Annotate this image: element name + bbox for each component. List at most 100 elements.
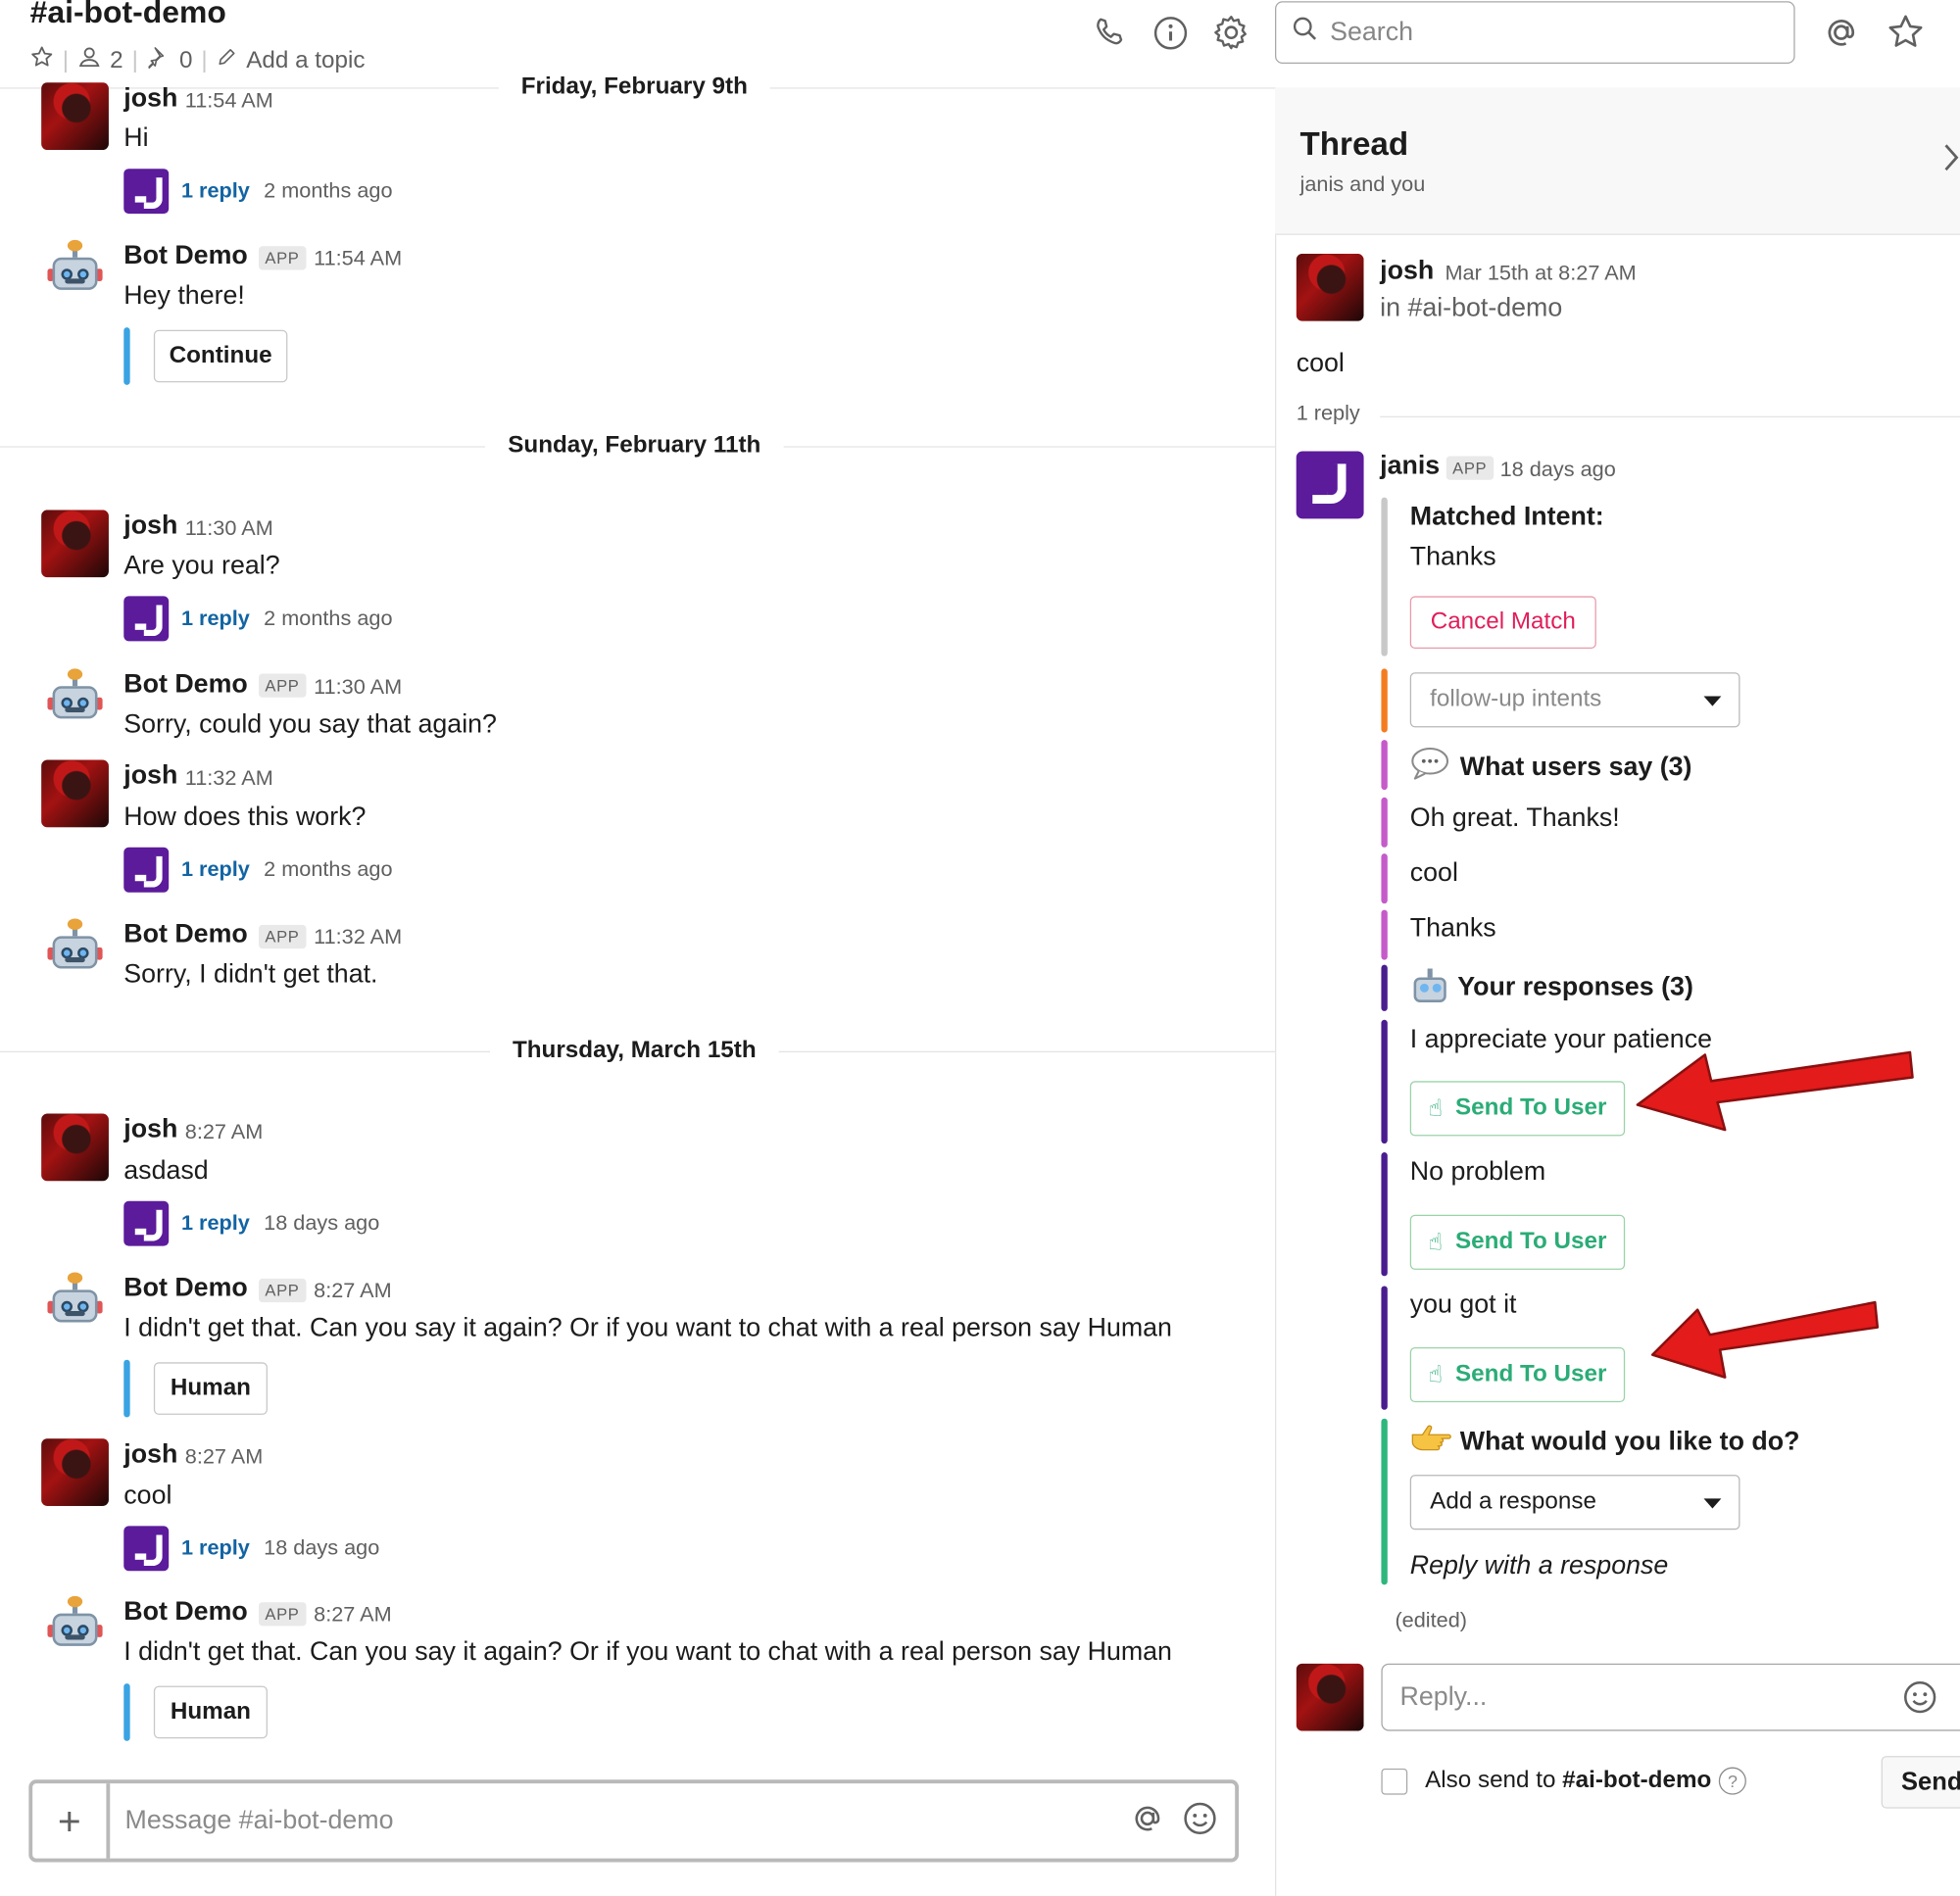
star-outline-icon[interactable]: [1886, 13, 1926, 58]
gear-icon[interactable]: [1212, 14, 1250, 58]
reply-time: 2 months ago: [264, 178, 393, 203]
author-name[interactable]: Bot Demo: [123, 920, 247, 950]
plus-icon[interactable]: +: [32, 1783, 111, 1859]
reply-placeholder: Reply...: [1399, 1681, 1488, 1712]
bot-avatar[interactable]: [41, 1593, 109, 1661]
message-input[interactable]: Message #ai-bot-demo: [110, 1806, 1130, 1836]
timestamp[interactable]: 8:27 AM: [314, 1279, 392, 1304]
pin-icon[interactable]: [147, 45, 171, 76]
attachment-bar: [1381, 1152, 1388, 1277]
thread-reply-input[interactable]: Reply...: [1381, 1663, 1960, 1731]
timestamp[interactable]: 8:27 AM: [185, 1444, 264, 1470]
timestamp[interactable]: 11:54 AM: [314, 246, 402, 271]
at-icon[interactable]: [1823, 14, 1860, 58]
reply-count-link[interactable]: 1 reply: [181, 607, 250, 632]
reply-count-link[interactable]: 1 reply: [181, 1211, 250, 1237]
timestamp[interactable]: 11:30 AM: [314, 675, 402, 701]
timestamp[interactable]: 11:32 AM: [314, 925, 402, 950]
users-say-header: What users say (3): [1410, 746, 1691, 788]
info-icon[interactable]: [1152, 15, 1189, 57]
add-topic-link[interactable]: Add a topic: [246, 47, 365, 74]
message-composer[interactable]: + Message #ai-bot-demo: [28, 1779, 1240, 1863]
matched-intent-value: Thanks: [1409, 542, 1496, 571]
author-name[interactable]: josh: [123, 761, 177, 792]
avatar[interactable]: [1296, 253, 1364, 321]
header-text: Your responses (3): [1457, 972, 1693, 1001]
author-name[interactable]: josh: [1380, 256, 1434, 286]
channel-link[interactable]: in #ai-bot-demo: [1380, 294, 1562, 324]
timestamp[interactable]: 8:27 AM: [185, 1120, 264, 1145]
author-name[interactable]: josh: [123, 511, 177, 542]
avatar[interactable]: [41, 1113, 109, 1182]
search-input[interactable]: Search: [1275, 1, 1795, 65]
avatar[interactable]: [41, 82, 109, 151]
app-badge: APP: [259, 673, 306, 698]
button-label: Send To User: [1455, 1361, 1607, 1387]
avatar: [1296, 1663, 1364, 1731]
star-icon[interactable]: [30, 45, 54, 76]
send-to-user-button[interactable]: ☝ Send To User: [1409, 1081, 1626, 1137]
bot-avatar[interactable]: [41, 237, 109, 305]
member-count[interactable]: 2: [110, 47, 122, 74]
bot-avatar[interactable]: [41, 916, 109, 984]
follow-up-intents-select[interactable]: follow-up intents: [1409, 672, 1740, 728]
day-divider: Sunday, February 11th: [0, 432, 1269, 460]
reply-count-link[interactable]: 1 reply: [181, 857, 250, 883]
at-icon[interactable]: [1130, 1800, 1165, 1841]
chevron-down-icon: [1703, 696, 1722, 706]
attachment-bar: [1381, 740, 1388, 791]
cancel-match-button[interactable]: Cancel Match: [1409, 596, 1596, 649]
reply-count-link[interactable]: 1 reply: [181, 1536, 250, 1562]
select-value: Add a response: [1430, 1488, 1596, 1515]
attachment-bar: [1381, 1286, 1388, 1410]
author-name[interactable]: josh: [123, 1115, 177, 1145]
avatar[interactable]: [41, 759, 109, 828]
timestamp[interactable]: 11:30 AM: [185, 516, 273, 542]
avatar[interactable]: [41, 1438, 109, 1506]
emoji-icon[interactable]: [1183, 1800, 1218, 1841]
timestamp[interactable]: 8:27 AM: [314, 1602, 392, 1628]
red-arrow-annotation: [1650, 1300, 1880, 1379]
app-badge: APP: [259, 924, 306, 949]
timestamp[interactable]: 11:54 AM: [185, 89, 273, 115]
also-send-checkbox[interactable]: [1381, 1768, 1408, 1795]
close-icon[interactable]: [1940, 141, 1960, 182]
phone-icon[interactable]: [1092, 15, 1127, 56]
matched-intent-label: Matched Intent:: [1409, 502, 1604, 532]
timestamp[interactable]: 18 days ago: [1500, 458, 1616, 483]
timestamp[interactable]: Mar 15th at 8:27 AM: [1445, 262, 1636, 287]
author-name[interactable]: josh: [123, 83, 177, 114]
author-name[interactable]: josh: [123, 1439, 177, 1470]
continue-button[interactable]: Continue: [153, 329, 288, 383]
janis-avatar-icon: [123, 169, 170, 215]
red-arrow-annotation: [1636, 1050, 1914, 1132]
send-to-user-button[interactable]: ☝ Send To User: [1409, 1346, 1626, 1403]
author-name[interactable]: janis: [1380, 451, 1440, 481]
also-send-label: Also send to #ai-bot-demo ?: [1425, 1767, 1747, 1795]
add-response-select[interactable]: Add a response: [1409, 1475, 1740, 1531]
human-button[interactable]: Human: [153, 1685, 268, 1739]
janis-avatar[interactable]: [1296, 451, 1364, 519]
also-send-text: Also send to: [1425, 1767, 1563, 1794]
reply-count-link[interactable]: 1 reply: [181, 178, 250, 204]
send-to-user-button[interactable]: ☝ Send To User: [1409, 1214, 1626, 1270]
response-text: No problem: [1409, 1157, 1546, 1187]
members-icon[interactable]: [77, 45, 101, 76]
channel-name[interactable]: #ai-bot-demo: [30, 0, 226, 31]
author-name[interactable]: Bot Demo: [123, 670, 247, 701]
avatar[interactable]: [41, 510, 109, 578]
timestamp[interactable]: 11:32 AM: [185, 766, 273, 792]
author-name[interactable]: Bot Demo: [123, 1274, 247, 1304]
author-name[interactable]: Bot Demo: [123, 241, 247, 271]
edited-label: (edited): [1395, 1608, 1467, 1632]
pin-count[interactable]: 0: [179, 47, 192, 74]
human-button[interactable]: Human: [153, 1362, 268, 1415]
emoji-icon[interactable]: [1902, 1679, 1937, 1722]
bot-avatar[interactable]: [41, 1270, 109, 1337]
message-text: I didn't get that. Can you say it again?…: [123, 1636, 1172, 1667]
bot-avatar[interactable]: [41, 666, 109, 734]
button-label: Send To User: [1455, 1228, 1607, 1255]
author-name[interactable]: Bot Demo: [123, 1597, 247, 1628]
send-button[interactable]: Send: [1881, 1756, 1960, 1809]
help-icon[interactable]: ?: [1718, 1767, 1747, 1795]
